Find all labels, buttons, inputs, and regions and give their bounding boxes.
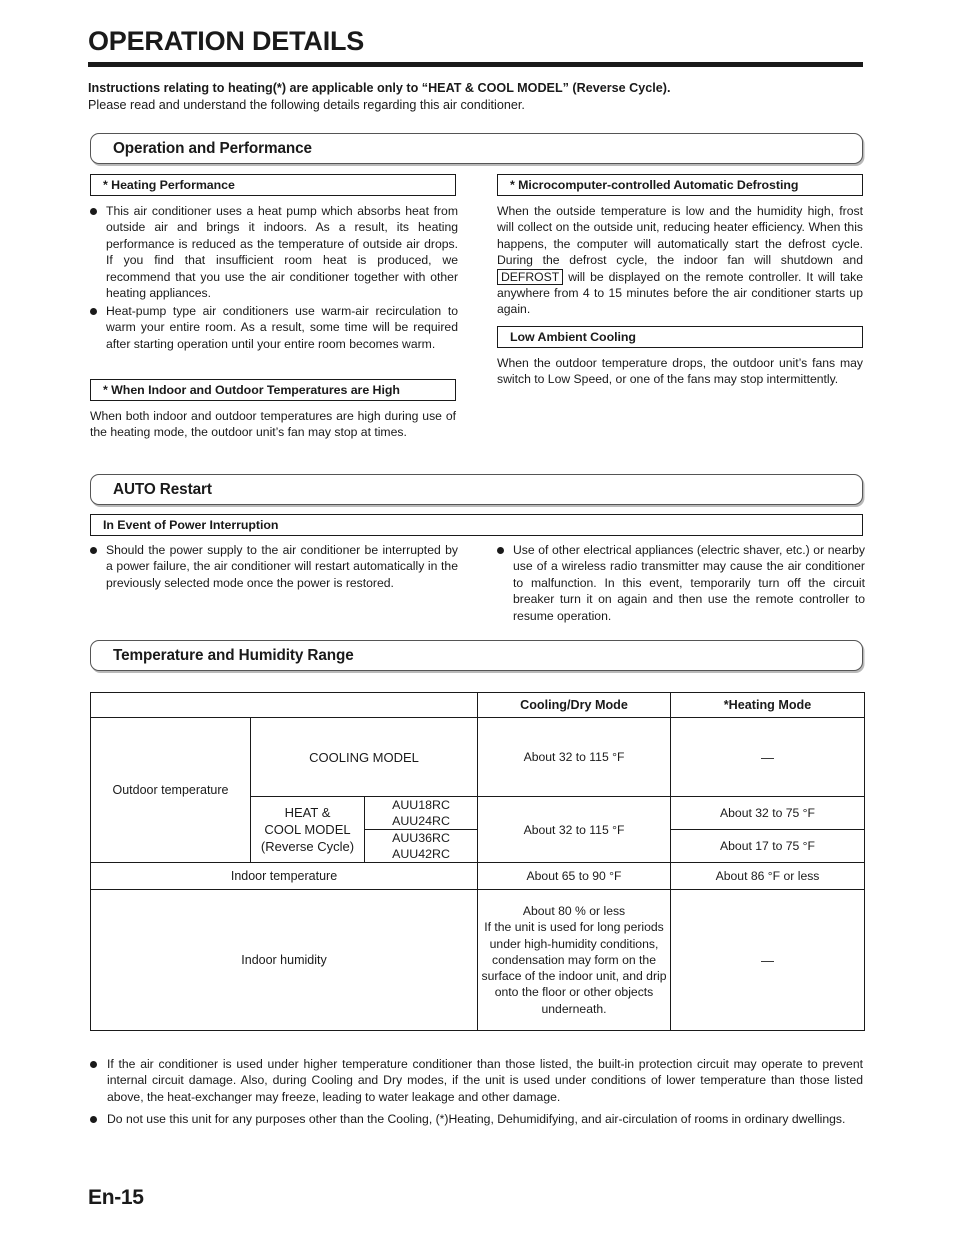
table-cell-indoor-humidity-heating: —	[670, 889, 866, 1031]
intro-bold-text: Instructions relating to heating(*) are …	[88, 81, 671, 95]
bullet-dot-icon	[90, 1061, 97, 1068]
footer-note-text: Do not use this unit for any purposes ot…	[107, 1112, 846, 1126]
table-header-cooling-dry-mode: Cooling/Dry Mode	[477, 692, 672, 718]
table-cell-heat-cool-cooling-dry: About 32 to 115 °F	[477, 796, 672, 863]
table-row: Outdoor temperature COOLING MODEL About …	[90, 717, 866, 863]
section-header-label: Temperature and Humidity Range	[113, 646, 354, 664]
bullet-text: This air conditioner uses a heat pump wh…	[106, 204, 458, 301]
title-divider	[88, 62, 863, 67]
defrost-indicator-label: DEFROST	[497, 268, 564, 285]
bullet-auto-restart-2: Use of other electrical appliances (elec…	[497, 542, 865, 624]
table-cell-indoor-humidity-label: Indoor humidity	[89, 889, 479, 1031]
subheader-label: In Event of Power Interruption	[103, 518, 279, 532]
model-code: AUU24RC	[392, 814, 450, 828]
table-header-heating-mode: *Heating Mode	[670, 692, 866, 718]
bullet-dot-icon	[90, 547, 97, 554]
bullet-dot-icon	[90, 308, 97, 315]
paragraph-low-ambient-cooling: When the outdoor temperature drops, the …	[497, 356, 863, 387]
footer-note-text: If the air conditioner is used under hig…	[107, 1057, 863, 1104]
paragraph-automatic-defrosting: When the outside temperature is low and …	[497, 203, 863, 318]
intro-normal-text: Please read and understand the following…	[88, 97, 525, 112]
table-header-blank	[89, 692, 479, 718]
table-cell-heat-cool-model-label: HEAT & COOL MODEL (Reverse Cycle)	[250, 796, 365, 863]
footer-note-1: If the air conditioner is used under hig…	[90, 1056, 863, 1105]
bullet-text: Should the power supply to the air condi…	[106, 543, 458, 590]
subheader-label: * Heating Performance	[103, 178, 235, 192]
subheader-power-interruption: In Event of Power Interruption	[90, 514, 863, 536]
section-header-operation-and-performance: Operation and Performance	[90, 133, 863, 164]
subheader-low-ambient-cooling: Low Ambient Cooling	[497, 326, 863, 348]
temperature-humidity-table: Cooling/Dry Mode *Heating Mode Outdoor t…	[89, 692, 866, 1031]
document-page: OPERATION DETAILS Instructions relating …	[0, 0, 954, 1235]
subheader-automatic-defrosting: * Microcomputer-controlled Automatic Def…	[497, 174, 863, 196]
bullet-heating-performance-1: This air conditioner uses a heat pump wh…	[90, 203, 458, 301]
section-header-label: Operation and Performance	[113, 139, 312, 157]
intro-normal-line: Please read and understand the following…	[88, 97, 868, 114]
model-code: AUU18RC	[392, 798, 450, 812]
page-number: En-15	[88, 1186, 144, 1209]
subheader-heating-performance: * Heating Performance	[90, 174, 456, 196]
bullet-heating-performance-2: Heat-pump type air conditioners use warm…	[90, 303, 458, 352]
model-code: AUU42RC	[392, 847, 450, 861]
table-cell-heat-cool-heating-group-1: About 32 to 75 °F	[670, 796, 866, 830]
model-code: AUU36RC	[392, 831, 450, 845]
table-cell-indoor-temperature-cooling-dry: About 65 to 90 °F	[477, 862, 672, 890]
table-cell-indoor-humidity-cooling-dry: About 80 % or less If the unit is used fo…	[477, 889, 672, 1031]
bullet-auto-restart-1: Should the power supply to the air condi…	[90, 542, 458, 591]
page-title: OPERATION DETAILS	[88, 26, 365, 56]
section-header-temperature-and-humidity-range: Temperature and Humidity Range	[90, 640, 863, 671]
table-cell-model-codes-group-1: AUU18RC AUU24RC	[363, 796, 479, 830]
bullet-dot-icon	[90, 208, 97, 215]
intro-bold-line: Instructions relating to heating(*) are …	[88, 80, 868, 97]
paragraph-indoor-outdoor-temps-high: When both indoor and outdoor temperature…	[90, 409, 456, 440]
table-cell-model-codes-group-2: AUU36RC AUU42RC	[363, 829, 479, 863]
subheader-label: * When Indoor and Outdoor Temperatures a…	[103, 383, 400, 397]
indoor-humidity-headline: About 80 % or less	[522, 904, 626, 919]
table-cell-cooling-model-label: COOLING MODEL	[249, 717, 479, 797]
table-cell-indoor-temperature-heating: About 86 °F or less	[670, 862, 866, 890]
subheader-label: * Microcomputer-controlled Automatic Def…	[510, 178, 799, 192]
table-cell-cooling-model-heating: —	[670, 717, 866, 797]
subheader-indoor-outdoor-temps-high: * When Indoor and Outdoor Temperatures a…	[90, 379, 456, 401]
intro-block: Instructions relating to heating(*) are …	[88, 80, 868, 113]
footer-note-2: Do not use this unit for any purposes ot…	[90, 1111, 863, 1127]
section-header-label: AUTO Restart	[113, 480, 212, 498]
table-cell-heat-cool-heating-group-2: About 17 to 75 °F	[670, 829, 866, 863]
subheader-label: Low Ambient Cooling	[510, 330, 636, 344]
section-header-auto-restart: AUTO Restart	[90, 474, 863, 505]
table-cell-indoor-temperature-label: Indoor temperature	[89, 862, 479, 890]
table-cell-outdoor-temperature-label: Outdoor temperature	[90, 717, 251, 863]
defrost-text-part-1: When the outside temperature is low and …	[497, 204, 863, 268]
table-row: Indoor temperature About 65 to 90 °F Abo…	[89, 862, 866, 890]
table-header-row: Cooling/Dry Mode *Heating Mode	[89, 692, 866, 718]
table-cell-cooling-model-cooling-dry: About 32 to 115 °F	[477, 717, 672, 797]
bullet-dot-icon	[497, 547, 504, 554]
bullet-dot-icon	[90, 1116, 97, 1123]
heat-cool-label-line-2: COOL MODEL	[264, 822, 351, 837]
bullet-text: Use of other electrical appliances (elec…	[513, 543, 865, 623]
bullet-text: Heat-pump type air conditioners use warm…	[106, 304, 458, 351]
table-row: Indoor humidity About 80 % or less If the…	[89, 889, 866, 1031]
heat-cool-label-line-3: (Reverse Cycle)	[260, 839, 355, 854]
heat-cool-label-line-1: HEAT &	[284, 805, 331, 820]
indoor-humidity-detail: If the unit is used for long periods und…	[481, 920, 667, 1016]
